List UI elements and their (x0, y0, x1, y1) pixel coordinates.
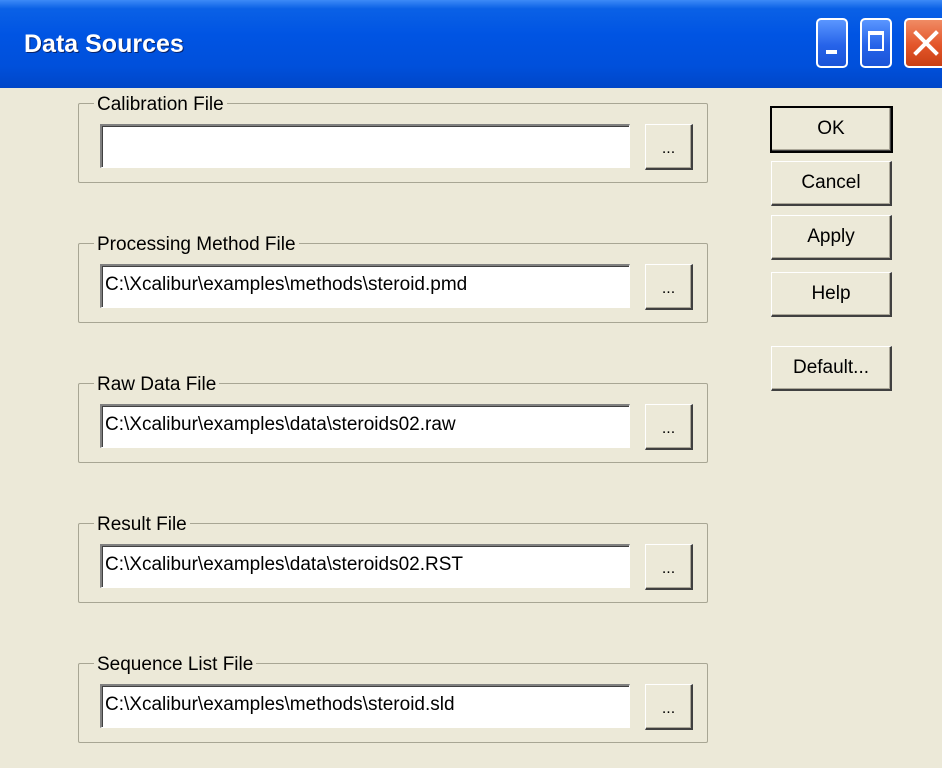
calibration-file-label: Calibration File (94, 92, 227, 118)
minimize-button[interactable] (816, 18, 848, 68)
result-file-label: Result File (94, 512, 190, 538)
calibration-file-browse-button[interactable]: ... (645, 124, 693, 170)
close-icon (913, 30, 939, 56)
processing-method-file-browse-button[interactable]: ... (645, 264, 693, 310)
sequence-list-file-label: Sequence List File (94, 652, 257, 678)
raw-data-file-input[interactable]: C:\Xcalibur\examples\data\steroids02.raw (100, 404, 630, 448)
close-button[interactable] (904, 18, 942, 68)
apply-button[interactable]: Apply (771, 215, 892, 260)
maximize-button[interactable] (860, 18, 892, 68)
raw-data-file-label: Raw Data File (94, 372, 220, 398)
sequence-list-file-browse-button[interactable]: ... (645, 684, 693, 730)
raw-data-file-browse-button[interactable]: ... (645, 404, 693, 450)
window-title: Data Sources (24, 30, 184, 58)
result-file-input[interactable]: C:\Xcalibur\examples\data\steroids02.RST (100, 544, 630, 588)
data-sources-dialog: Data Sources Calibration File ... Proces… (0, 0, 942, 768)
maximize-icon (868, 31, 884, 51)
minimize-icon (826, 50, 837, 54)
title-bar[interactable]: Data Sources (0, 0, 942, 88)
ok-button[interactable]: OK (770, 106, 893, 153)
calibration-file-input[interactable] (100, 124, 630, 168)
sequence-list-file-input[interactable]: C:\Xcalibur\examples\methods\steroid.sld (100, 684, 630, 728)
processing-method-file-label: Processing Method File (94, 232, 299, 258)
processing-method-file-input[interactable]: C:\Xcalibur\examples\methods\steroid.pmd (100, 264, 630, 308)
cancel-button[interactable]: Cancel (771, 161, 892, 206)
result-file-browse-button[interactable]: ... (645, 544, 693, 590)
default-button[interactable]: Default... (771, 346, 892, 391)
help-button[interactable]: Help (771, 272, 892, 317)
